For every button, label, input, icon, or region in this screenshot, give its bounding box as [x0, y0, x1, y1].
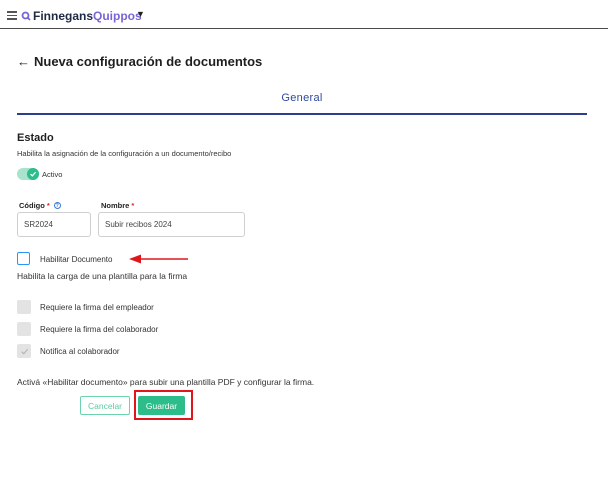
top-bar: Finnegans Quippos ▼ — [0, 0, 608, 29]
page-header: ← Nueva configuración de documentos — [17, 54, 262, 69]
codigo-value: SR2024 — [24, 220, 53, 229]
estado-description: Habilita la asignación de la configuraci… — [17, 149, 232, 158]
option-checkbox-notifica[interactable] — [17, 344, 31, 358]
option-checkbox-colaborador[interactable] — [17, 322, 31, 336]
option-label-colaborador: Requiere la firma del colaborador — [40, 325, 159, 334]
back-arrow-icon[interactable]: ← — [17, 54, 30, 69]
help-icon[interactable]: ? — [53, 202, 61, 209]
codigo-input[interactable]: SR2024 — [17, 212, 91, 237]
codigo-label-text: Código — [19, 201, 45, 210]
nombre-input[interactable]: Subir recibos 2024 — [98, 212, 245, 237]
required-mark: * — [131, 201, 135, 210]
check-icon — [20, 348, 28, 355]
menu-icon[interactable] — [7, 11, 17, 20]
toggle-label: Activo — [42, 170, 63, 179]
habilitar-documento-label: Habilitar Documento — [40, 255, 113, 264]
page-title: Nueva configuración de documentos — [34, 54, 263, 69]
logo-icon — [21, 11, 31, 21]
red-arrow-annotation — [129, 254, 188, 264]
caret-down-icon[interactable]: ▼ — [136, 9, 145, 19]
brand-name-part1: Finnegans — [33, 9, 94, 23]
habilitar-documento-checkbox[interactable] — [17, 252, 30, 265]
nombre-label-text: Nombre — [101, 201, 130, 210]
tab-label: General — [281, 92, 323, 104]
cancel-button[interactable]: Cancelar — [80, 396, 130, 415]
habilitar-documento-description: Habilita la carga de una plantilla para … — [17, 271, 188, 281]
nombre-label: Nombre * — [101, 201, 134, 210]
estado-toggle[interactable] — [17, 168, 39, 180]
required-mark: * — [46, 201, 50, 210]
brand-name-part2: Quippos — [93, 9, 142, 23]
save-button[interactable]: Guardar — [138, 396, 185, 415]
option-label-notifica: Notifica al colaborador — [40, 347, 120, 356]
nombre-value: Subir recibos 2024 — [105, 220, 172, 229]
brand-logo[interactable]: Finnegans Quippos — [21, 9, 142, 23]
check-icon — [30, 171, 37, 177]
estado-title: Estado — [17, 132, 54, 144]
option-label-empleador: Requiere la firma del empleador — [40, 303, 154, 312]
tab-general[interactable]: General — [17, 92, 587, 115]
helper-note: Activá «Habilitar documento» para subir … — [17, 377, 315, 387]
option-checkbox-empleador[interactable] — [17, 300, 31, 314]
codigo-label: Código * ? — [19, 201, 61, 210]
toggle-knob — [27, 168, 39, 180]
